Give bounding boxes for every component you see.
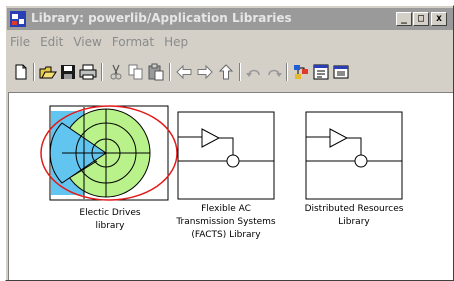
model-browser-icon[interactable] bbox=[312, 63, 330, 81]
copy-icon[interactable] bbox=[127, 63, 145, 81]
distributed-resources-block[interactable]: Distributed Resources Library bbox=[305, 111, 403, 227]
electric-drives-block[interactable]: Electic Drives library bbox=[37, 103, 183, 231]
toolbar-separator bbox=[101, 63, 103, 81]
cut-icon[interactable] bbox=[107, 63, 125, 81]
redo-icon[interactable] bbox=[265, 63, 283, 81]
library-canvas: Electic Drives library Flexible AC Trans… bbox=[8, 92, 453, 280]
distributed-resources-label: Distributed Resources Library bbox=[304, 204, 404, 227]
back-icon[interactable] bbox=[175, 63, 193, 81]
new-icon[interactable] bbox=[12, 63, 30, 81]
forward-icon[interactable] bbox=[196, 63, 214, 81]
close-button[interactable]: x bbox=[431, 12, 447, 26]
paste-icon[interactable] bbox=[147, 63, 165, 81]
facts-block[interactable]: Flexible AC Transmission Systems (FACTS)… bbox=[176, 111, 276, 240]
simulink-library-icon bbox=[10, 11, 26, 27]
save-icon[interactable] bbox=[59, 63, 77, 81]
toolbar-separator bbox=[239, 63, 241, 81]
window-title: Library: powerlib/Application Libraries bbox=[31, 11, 292, 25]
open-icon[interactable] bbox=[39, 63, 57, 81]
menu-bar: File Edit View Format Hep bbox=[10, 35, 198, 53]
menu-view[interactable]: View bbox=[73, 35, 101, 53]
distributed-resources-icon bbox=[305, 111, 403, 200]
menu-file[interactable]: File bbox=[10, 35, 30, 53]
electric-drives-icon bbox=[40, 105, 178, 201]
menu-format[interactable]: Format bbox=[112, 35, 154, 53]
toolbar bbox=[8, 59, 452, 85]
title-bar[interactable]: Library: powerlib/Application Libraries … bbox=[7, 8, 453, 30]
toolbar-separator bbox=[169, 63, 171, 81]
library-window: Library: powerlib/Application Libraries … bbox=[5, 5, 454, 281]
toolbar-separator bbox=[33, 63, 35, 81]
maximize-button[interactable]: □ bbox=[413, 12, 429, 26]
debug-icon[interactable] bbox=[332, 63, 350, 81]
toolbar-separator bbox=[286, 63, 288, 81]
menu-help[interactable]: Hep bbox=[164, 35, 188, 53]
minimize-button[interactable]: _ bbox=[396, 12, 412, 26]
up-icon[interactable] bbox=[217, 63, 235, 81]
library-browser-icon[interactable] bbox=[292, 63, 310, 81]
facts-icon bbox=[177, 111, 275, 200]
print-icon[interactable] bbox=[79, 63, 97, 81]
undo-icon[interactable] bbox=[245, 63, 263, 81]
menu-edit[interactable]: Edit bbox=[40, 35, 63, 53]
